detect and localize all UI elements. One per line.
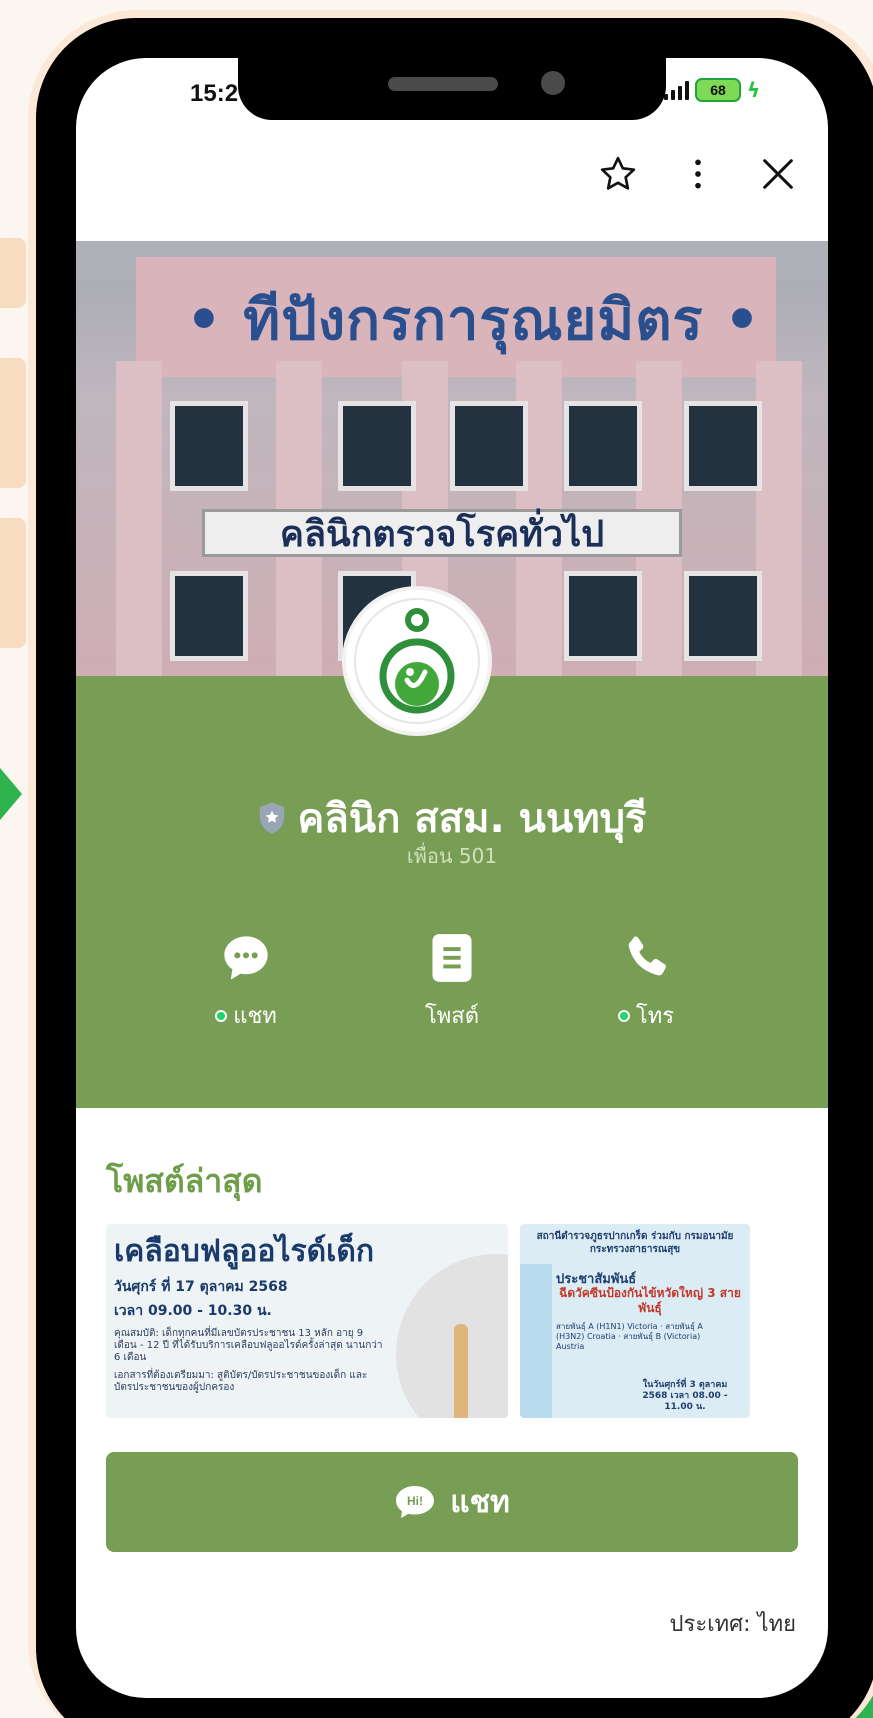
speaker-grille — [388, 77, 498, 91]
posts-action[interactable]: โพสต์ — [382, 928, 522, 1033]
window — [170, 571, 248, 661]
post-strains: สายพันธุ์ A (H1N1) Victoria · สายพันธุ์ … — [556, 1322, 703, 1351]
document-icon — [432, 934, 472, 982]
online-dot — [617, 1009, 630, 1022]
country-label: ประเทศ: ไทย — [669, 1612, 796, 1637]
window — [684, 401, 762, 491]
post-card-fluoride[interactable]: เคลือบฟลูออไรด์เด็ก วันศุกร์ ที่ 17 ตุลา… — [106, 1224, 508, 1418]
avatar[interactable] — [342, 586, 492, 736]
friend-count: เพื่อน 501 — [406, 844, 498, 868]
window — [564, 401, 642, 491]
post-date: ในวันศุกร์ที่ 3 ตุลาคม 2568 เวลา 08.00 -… — [642, 1380, 728, 1412]
post-headline: ฉีดวัคซีนป้องกันไข้หวัดใหญ่ 3 สายพันธุ์ — [559, 1286, 741, 1315]
latest-posts-title: โพสต์ล่าสุด — [106, 1162, 263, 1200]
status-indicators: 68 ϟ — [664, 78, 760, 102]
star-icon[interactable] — [598, 154, 638, 194]
post-time: เวลา 09.00 - 10.30 น. — [114, 1303, 272, 1319]
post-documents: เอกสารที่ต้องเตรียมมา: สูติบัตร/บัตรประช… — [114, 1370, 368, 1393]
building-column — [116, 361, 162, 676]
post-headline: เคลือบฟลูออไรด์เด็ก — [114, 1234, 375, 1269]
more-vertical-icon[interactable] — [678, 154, 718, 194]
charging-icon: ϟ — [747, 78, 761, 102]
verified-shield-icon — [260, 802, 285, 834]
battery-icon: 68 — [695, 78, 741, 102]
front-camera — [541, 71, 565, 95]
clinic-logo — [354, 598, 480, 724]
toothbrush-image — [454, 1324, 468, 1418]
call-action[interactable]: โทร — [576, 928, 716, 1033]
posts-action-label: โพสต์ — [424, 1004, 480, 1029]
notch — [238, 58, 666, 120]
window — [170, 401, 248, 491]
arrow-decoration — [0, 768, 22, 820]
close-icon[interactable] — [758, 154, 798, 194]
chat-button-label: แชท — [450, 1484, 510, 1520]
window — [450, 401, 528, 491]
signal-icon — [664, 80, 689, 100]
window — [338, 401, 416, 491]
hi-chat-icon: Hi! — [396, 1486, 435, 1518]
svg-text:Hi!: Hi! — [407, 1494, 423, 1508]
profile-header — [76, 676, 828, 1108]
building-column — [756, 361, 802, 676]
chat-bubble-icon — [224, 936, 268, 980]
chat-action[interactable]: แชท — [176, 928, 316, 1033]
chat-button[interactable]: Hi! แชท — [106, 1452, 798, 1552]
side-tab — [0, 238, 26, 308]
phone-screen: 15:2 68 ϟ • ทีปังกรการุณยมิตร • คลินิกตร… — [76, 58, 828, 1698]
window — [684, 571, 762, 661]
post-header: สถานีตำรวจภูธรปากเกร็ด ร่วมกับ กรมอนามัย… — [536, 1231, 734, 1255]
online-dot — [215, 1009, 228, 1022]
status-time: 15:2 — [190, 80, 239, 107]
call-action-label: โทร — [635, 1004, 675, 1029]
post-date: วันศุกร์ ที่ 17 ตุลาคม 2568 — [114, 1279, 288, 1295]
chat-action-label: แชท — [233, 1004, 277, 1029]
post-image-background — [396, 1254, 508, 1418]
side-tab — [0, 358, 26, 488]
top-toolbar — [598, 154, 798, 194]
post-illustration — [520, 1264, 552, 1418]
window — [564, 571, 642, 661]
post-card-vaccine[interactable]: สถานีตำรวจภูธรปากเกร็ด ร่วมกับ กรมอนามัย… — [520, 1224, 750, 1418]
post-qualification: คุณสมบัติ: เด็กทุกคนที่มีเลขบัตรประชาชน … — [114, 1328, 383, 1363]
building-sign: • ทีปังกรการุณยมิตร • — [186, 288, 761, 353]
side-tab — [0, 518, 26, 648]
phone-icon — [628, 936, 666, 976]
clinic-banner: คลินิกตรวจโรคทั่วไป — [202, 509, 682, 557]
